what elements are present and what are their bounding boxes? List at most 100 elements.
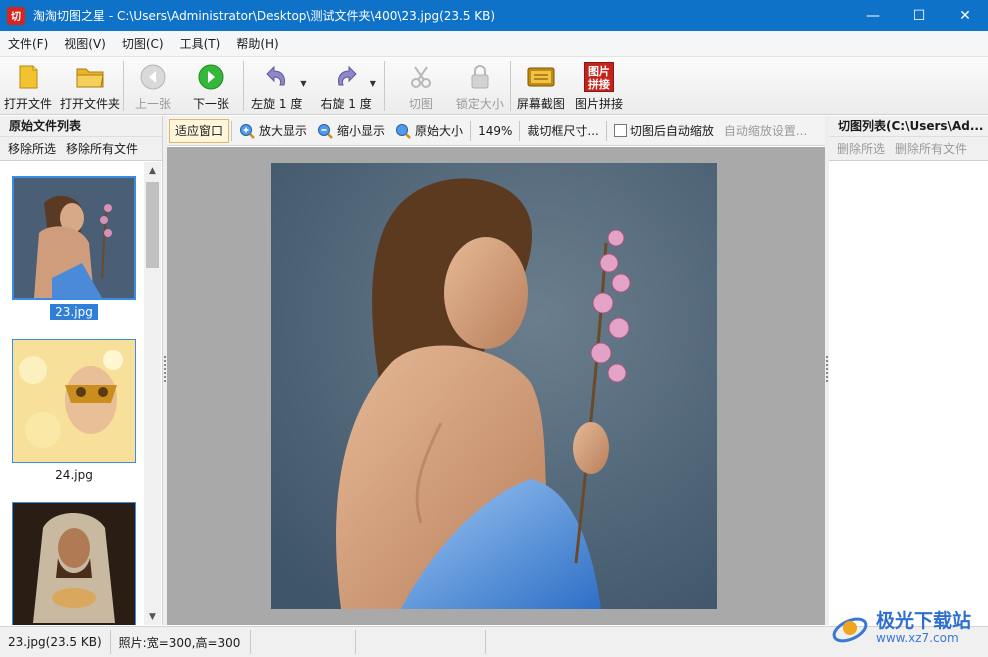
auto-zoom-settings-button[interactable]: 自动缩放设置... bbox=[719, 119, 812, 143]
open-folder-label: 打开文件夹 bbox=[60, 97, 121, 111]
auto-zoom-label: 切图后自动缩放 bbox=[629, 124, 714, 138]
stitch-label: 图片拼接 bbox=[574, 97, 623, 111]
open-file-icon bbox=[13, 62, 43, 92]
watermark: 极光下载站 www.xz7.com bbox=[830, 603, 986, 653]
cut-list-actions: 删除所选 删除所有文件 bbox=[829, 137, 988, 161]
original-size-button[interactable]: 原始大小 bbox=[390, 119, 468, 143]
stitch-icon-text: 图片拼接 bbox=[583, 62, 614, 92]
rotate-left-dropdown[interactable]: ▼ bbox=[300, 79, 306, 88]
cut-label: 切图 bbox=[408, 97, 433, 111]
fit-window-button[interactable]: 适应窗口 bbox=[169, 118, 230, 143]
next-button[interactable]: 下一张 bbox=[193, 57, 229, 115]
rotate-right-dropdown[interactable]: ▼ bbox=[370, 79, 376, 88]
crop-size-button[interactable]: 裁切框尺寸... bbox=[522, 119, 603, 143]
view-toolbar-separator bbox=[470, 120, 472, 141]
zoom-level: 149% bbox=[478, 123, 513, 138]
remove-selected-button[interactable]: 移除所选 bbox=[8, 140, 56, 157]
previous-button[interactable]: 上一张 bbox=[135, 57, 171, 115]
view-toolbar-separator bbox=[605, 120, 607, 141]
thumbnail-item[interactable]: 24.jpg bbox=[12, 339, 136, 482]
open-folder-button[interactable]: 打开文件夹 bbox=[60, 57, 120, 115]
minimize-button[interactable]: — bbox=[850, 0, 896, 31]
scroll-up-icon[interactable]: ▲ bbox=[144, 162, 161, 179]
toolbar-separator bbox=[509, 61, 511, 111]
rotate-right-label: 右旋 1 度 bbox=[320, 97, 372, 111]
window-title: 淘淘切图之星 - C:\Users\Administrator\Desktop\… bbox=[33, 9, 496, 23]
status-empty-cell bbox=[356, 630, 486, 654]
menu-file[interactable]: 文件(F) bbox=[0, 35, 56, 52]
auto-zoom-checkbox[interactable]: 切图后自动缩放 bbox=[609, 119, 719, 143]
menu-cut[interactable]: 切图(C) bbox=[114, 35, 172, 52]
zoom-out-button[interactable]: 缩小显示 bbox=[312, 119, 390, 143]
stitch-button[interactable]: 图片拼接 图片拼接 bbox=[575, 57, 623, 115]
thumbnail-item[interactable] bbox=[12, 502, 136, 625]
splitter-grip bbox=[164, 356, 166, 382]
rotate-right-button[interactable]: 右旋 1 度 bbox=[320, 57, 372, 115]
lock-size-label: 锁定大小 bbox=[455, 97, 504, 111]
toolbar-separator bbox=[243, 61, 245, 111]
lock-size-button[interactable]: 锁定大小 bbox=[456, 57, 504, 115]
menu-view[interactable]: 视图(V) bbox=[56, 35, 114, 52]
screenshot-button[interactable]: 屏幕截图 bbox=[517, 57, 565, 115]
cut-button[interactable]: 切图 bbox=[406, 57, 436, 115]
zoom-out-icon bbox=[318, 123, 333, 139]
status-dimensions: 照片:宽=300,高=300 bbox=[111, 630, 251, 654]
open-file-label: 打开文件 bbox=[4, 97, 53, 111]
zoom-in-label: 放大显示 bbox=[259, 124, 308, 138]
title-bar: 切 淘淘切图之星 - C:\Users\Administrator\Deskto… bbox=[0, 0, 988, 31]
delete-all-button[interactable]: 删除所有文件 bbox=[895, 140, 967, 157]
source-file-list-title: 原始文件列表 bbox=[0, 116, 162, 137]
splitter-grip bbox=[826, 356, 828, 382]
watermark-brand: 极光下载站 bbox=[876, 609, 972, 632]
folder-icon bbox=[75, 62, 105, 92]
image-canvas[interactable] bbox=[167, 147, 825, 625]
status-empty-cell bbox=[251, 630, 356, 654]
rotate-left-label: 左旋 1 度 bbox=[251, 97, 303, 111]
next-label: 下一张 bbox=[193, 97, 230, 111]
view-toolbar: 适应窗口 放大显示 缩小显示 原始大小 149% 裁切框尺寸... 切图后自动缩… bbox=[167, 116, 825, 146]
arrow-left-icon bbox=[138, 62, 168, 92]
remove-all-button[interactable]: 移除所有文件 bbox=[66, 140, 138, 157]
app-icon: 切 bbox=[7, 6, 25, 25]
thumbnail-image bbox=[12, 339, 136, 463]
rotate-left-icon bbox=[262, 62, 292, 92]
original-size-label: 原始大小 bbox=[415, 124, 464, 138]
scissors-icon bbox=[406, 62, 436, 92]
menu-tools[interactable]: 工具(T) bbox=[172, 35, 229, 52]
cut-list-panel: 切图列表(C:\Users\Ad... 删除所选 删除所有文件 bbox=[829, 116, 988, 625]
thumbnail-item[interactable]: 23.jpg bbox=[12, 176, 136, 320]
rotate-left-button[interactable]: 左旋 1 度 bbox=[251, 57, 302, 115]
lock-icon bbox=[465, 62, 495, 92]
maximize-button[interactable]: ☐ bbox=[896, 0, 942, 31]
arrow-right-icon bbox=[196, 62, 226, 92]
menu-help[interactable]: 帮助(H) bbox=[228, 35, 286, 52]
thumbnail-image bbox=[12, 502, 136, 625]
zoom-in-icon bbox=[240, 123, 255, 139]
scrollbar-thumb[interactable] bbox=[146, 182, 159, 268]
watermark-logo-icon bbox=[832, 617, 868, 643]
cut-list-title: 切图列表(C:\Users\Ad... bbox=[829, 116, 988, 137]
delete-selected-button[interactable]: 删除所选 bbox=[837, 140, 885, 157]
view-toolbar-separator bbox=[519, 120, 521, 141]
preview-photo[interactable] bbox=[271, 163, 717, 609]
previous-label: 上一张 bbox=[135, 97, 172, 111]
view-toolbar-separator bbox=[231, 120, 233, 141]
thumbnail-list[interactable]: 23.jpg 24.jpg bbox=[0, 162, 144, 625]
thumbnail-scrollbar[interactable]: ▲ ▼ bbox=[144, 162, 161, 625]
status-file: 23.jpg(23.5 KB) bbox=[0, 630, 111, 654]
watermark-url: www.xz7.com bbox=[876, 630, 959, 645]
screenshot-label: 屏幕截图 bbox=[516, 97, 565, 111]
stitch-icon: 图片拼接 bbox=[583, 62, 614, 92]
open-file-button[interactable]: 打开文件 bbox=[4, 57, 52, 115]
checkbox-icon[interactable] bbox=[613, 124, 627, 137]
thumbnail-caption: 24.jpg bbox=[55, 468, 93, 482]
scroll-down-icon[interactable]: ▼ bbox=[144, 608, 161, 625]
source-file-panel: 原始文件列表 移除所选 移除所有文件 23.jpg 24.jpg ▲ ▼ bbox=[0, 116, 163, 625]
toolbar-separator bbox=[383, 61, 385, 111]
fit-window-label: 适应窗口 bbox=[175, 124, 224, 138]
close-button[interactable]: ✕ bbox=[942, 0, 988, 31]
zoom-in-button[interactable]: 放大显示 bbox=[234, 119, 312, 143]
screenshot-icon bbox=[526, 62, 556, 92]
toolbar-separator bbox=[123, 61, 125, 111]
zoom-out-label: 缩小显示 bbox=[337, 124, 386, 138]
